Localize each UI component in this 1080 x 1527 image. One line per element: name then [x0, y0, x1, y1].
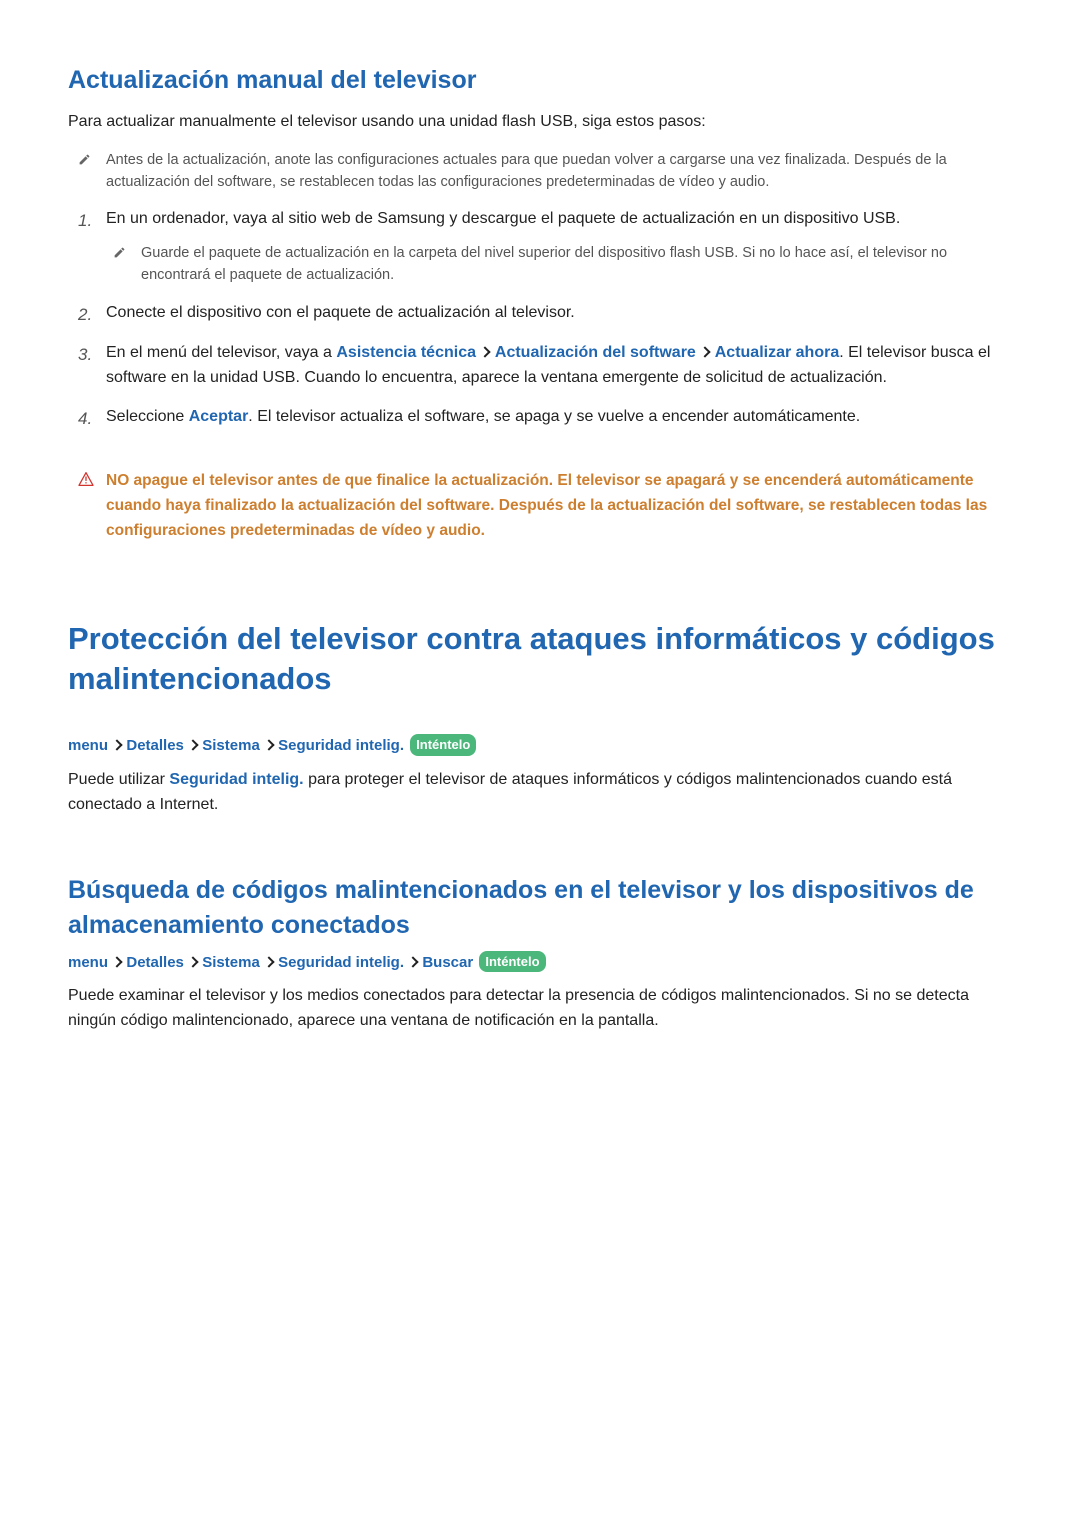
- step-1: 1. En un ordenador, vaya al sitio web de…: [68, 207, 1012, 234]
- link-seguridad-intelig[interactable]: Seguridad intelig.: [169, 771, 303, 788]
- step-4: 4. Seleccione Aceptar. El televisor actu…: [68, 405, 1012, 432]
- chevron-right-icon: [265, 953, 273, 976]
- step-2: 2. Conecte el dispositivo con el paquete…: [68, 301, 1012, 328]
- chevron-right-icon: [113, 736, 121, 759]
- breadcrumb-seguridad[interactable]: Seguridad intelig.: [278, 737, 404, 754]
- breadcrumb-sistema[interactable]: Sistema: [202, 954, 260, 971]
- pencil-icon: [113, 242, 141, 287]
- step-number: 4.: [78, 405, 106, 432]
- breadcrumb-protection: menu Detalles Sistema Seguridad intelig.…: [68, 734, 1012, 758]
- section-heading-protection: Protección del televisor contra ataques …: [68, 619, 1012, 700]
- note-block-inner: Guarde el paquete de actualización en la…: [68, 242, 1012, 287]
- chevron-right-icon: [265, 736, 273, 759]
- note-text: Antes de la actualización, anote las con…: [106, 149, 1012, 194]
- step-text: En el menú del televisor, vaya a Asisten…: [106, 341, 1012, 391]
- step-text: Conecte el dispositivo con el paquete de…: [106, 301, 1012, 328]
- section-heading-scan: Búsqueda de códigos malintencionados en …: [68, 873, 1012, 943]
- breadcrumb-detalles[interactable]: Detalles: [126, 737, 184, 754]
- breadcrumb-seguridad[interactable]: Seguridad intelig.: [278, 954, 404, 971]
- try-it-pill[interactable]: Inténtelo: [479, 951, 545, 973]
- step-number: 3.: [78, 341, 106, 391]
- step-text: En un ordenador, vaya al sitio web de Sa…: [106, 207, 1012, 234]
- chevron-right-icon: [701, 342, 709, 365]
- intro-paragraph: Para actualizar manualmente el televisor…: [68, 110, 1012, 134]
- breadcrumb-menu[interactable]: menu: [68, 954, 108, 971]
- link-actualizar-ahora[interactable]: Actualizar ahora: [715, 344, 839, 361]
- text-suffix: . El televisor actualiza el software, se…: [248, 408, 860, 425]
- chevron-right-icon: [189, 736, 197, 759]
- note-block: Antes de la actualización, anote las con…: [68, 149, 1012, 194]
- breadcrumb-detalles[interactable]: Detalles: [126, 954, 184, 971]
- breadcrumb-menu[interactable]: menu: [68, 737, 108, 754]
- text-prefix: En el menú del televisor, vaya a: [106, 344, 336, 361]
- step-number: 2.: [78, 301, 106, 328]
- step-number: 1.: [78, 207, 106, 234]
- pencil-icon: [78, 149, 106, 194]
- warning-block: NO apague el televisor antes de que fina…: [68, 469, 1012, 543]
- text-prefix: Puede utilizar: [68, 771, 169, 788]
- link-aceptar[interactable]: Aceptar: [189, 408, 249, 425]
- body-paragraph-scan: Puede examinar el televisor y los medios…: [68, 984, 1012, 1034]
- chevron-right-icon: [189, 953, 197, 976]
- warning-icon: [78, 469, 106, 543]
- link-actualizacion-software[interactable]: Actualización del software: [495, 344, 696, 361]
- text-prefix: Seleccione: [106, 408, 189, 425]
- note-text: Guarde el paquete de actualización en la…: [141, 242, 1012, 287]
- section-heading-manual-update: Actualización manual del televisor: [68, 62, 1012, 100]
- breadcrumb-sistema[interactable]: Sistema: [202, 737, 260, 754]
- try-it-pill[interactable]: Inténtelo: [410, 734, 476, 756]
- breadcrumb-scan: menu Detalles Sistema Seguridad intelig.…: [68, 951, 1012, 975]
- link-asistencia[interactable]: Asistencia técnica: [336, 344, 476, 361]
- chevron-right-icon: [409, 953, 417, 976]
- step-text: Seleccione Aceptar. El televisor actuali…: [106, 405, 1012, 432]
- step-3: 3. En el menú del televisor, vaya a Asis…: [68, 341, 1012, 391]
- warning-text: NO apague el televisor antes de que fina…: [106, 469, 1012, 543]
- body-paragraph-protection: Puede utilizar Seguridad intelig. para p…: [68, 768, 1012, 818]
- chevron-right-icon: [481, 342, 489, 365]
- breadcrumb-buscar[interactable]: Buscar: [422, 954, 473, 971]
- chevron-right-icon: [113, 953, 121, 976]
